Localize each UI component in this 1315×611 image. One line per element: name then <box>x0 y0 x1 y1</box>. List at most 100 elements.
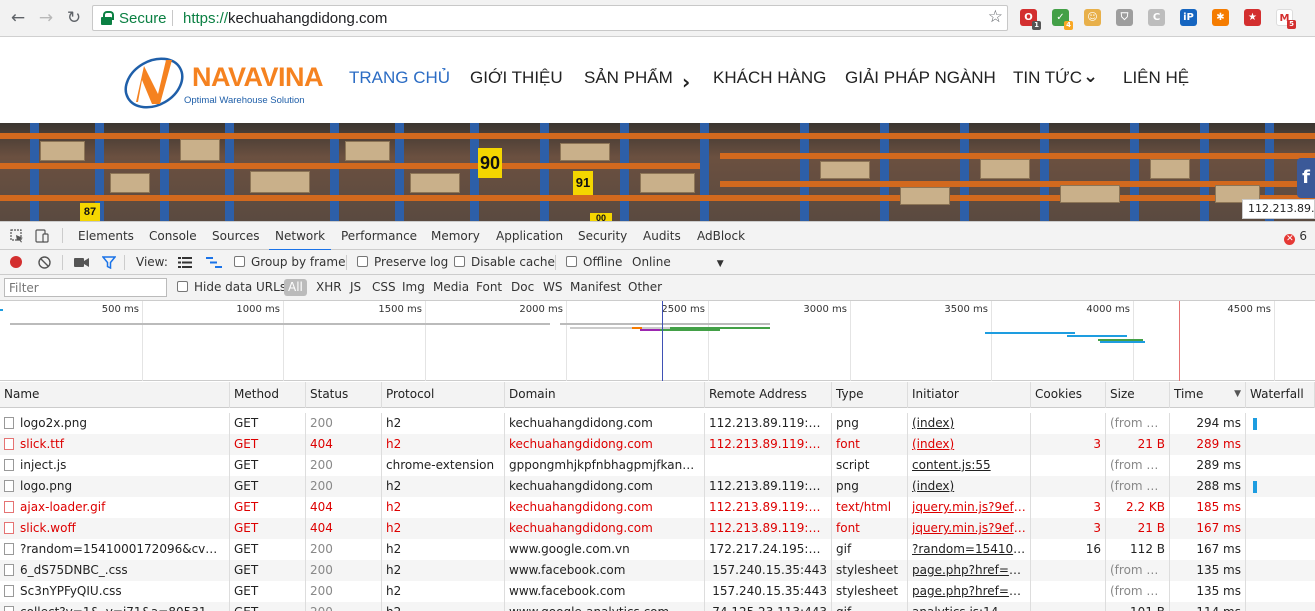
column-header-status[interactable]: Status <box>306 382 382 408</box>
cell-name[interactable]: inject.js <box>0 455 230 476</box>
checkbox-box[interactable] <box>454 256 465 267</box>
column-header-method[interactable]: Method <box>230 382 306 408</box>
type-filter-xhr[interactable]: XHR <box>316 280 342 294</box>
menu-item-3[interactable]: SẢN PHẨM <box>584 68 673 88</box>
vietnam-flag-icon[interactable]: ★ <box>1244 9 1261 26</box>
navavina-logo[interactable]: NAVAVINA Optimal Warehouse Solution <box>122 52 324 112</box>
tab-performance[interactable]: Performance <box>341 229 417 243</box>
column-header-waterfall[interactable]: Waterfall <box>1246 382 1315 408</box>
back-arrow-icon[interactable]: ← <box>8 8 28 28</box>
preserve-log-checkbox[interactable]: Preserve log <box>357 255 448 269</box>
tab-adblock[interactable]: AdBlock <box>697 229 745 243</box>
type-filter-other[interactable]: Other <box>628 280 662 294</box>
cell-name[interactable]: 6_dS75DNBC_.css <box>0 560 230 581</box>
tab-application[interactable]: Application <box>496 229 563 243</box>
table-row[interactable]: collect?v=1&_v=j71&a=805315874... GET 200 h… <box>0 602 1315 611</box>
cell-initiator[interactable]: jquery.min.js?9efe... <box>908 518 1031 539</box>
type-filter-manifest[interactable]: Manifest <box>570 280 621 294</box>
cell-name[interactable]: ajax-loader.gif <box>0 497 230 518</box>
tab-console[interactable]: Console <box>149 229 197 243</box>
throttling-select[interactable]: Online ▼ <box>632 255 724 269</box>
menu-item-1[interactable]: TRANG CHỦ <box>349 68 450 88</box>
cell-initiator[interactable]: analytics.js:14 <box>908 602 1031 611</box>
filter-input[interactable] <box>4 278 167 297</box>
type-filter-font[interactable]: Font <box>476 280 502 294</box>
table-row[interactable]: slick.woff GET 404 h2 kechuahangdidong.com 11… <box>0 518 1315 539</box>
disable-cache-checkbox[interactable]: Disable cache <box>454 255 555 269</box>
menu-item-7[interactable]: LIÊN HỆ <box>1123 68 1189 88</box>
cell-initiator[interactable]: (index) <box>908 476 1031 497</box>
joomla-icon[interactable]: ✱ <box>1212 9 1229 26</box>
menu-item-4[interactable]: KHÁCH HÀNG <box>713 68 826 88</box>
chevron-right-icon[interactable]: › <box>682 70 690 94</box>
device-toolbar-icon[interactable] <box>35 229 49 243</box>
cell-name[interactable]: collect?v=1&_v=j71&a=805315874... <box>0 602 230 611</box>
reload-icon[interactable]: ↻ <box>64 8 84 28</box>
error-counter[interactable]: ✕ 6 <box>1284 229 1307 245</box>
overview-waterfall-icon[interactable] <box>206 257 222 268</box>
opera-red-icon[interactable]: O1 <box>1020 9 1041 30</box>
table-row[interactable]: 6_dS75DNBC_.css GET 200 h2 www.facebook.com 1… <box>0 560 1315 581</box>
cell-name[interactable]: logo.png <box>0 476 230 497</box>
bookmark-star-icon[interactable]: ☆ <box>988 7 1003 27</box>
facebook-tab[interactable]: f <box>1297 158 1315 198</box>
ip-icon[interactable]: iP <box>1180 9 1197 26</box>
c-extension-icon[interactable]: C <box>1148 9 1165 26</box>
clear-icon[interactable] <box>38 256 51 269</box>
cell-name[interactable]: ?random=1541000172096&cv=9&f... <box>0 539 230 560</box>
chevron-down-icon[interactable]: ⌄ <box>1083 66 1098 87</box>
column-header-name[interactable]: Name <box>0 382 230 408</box>
table-row[interactable]: ?random=1541000172096&cv=9&f... GET 200 h2 w… <box>0 539 1315 560</box>
forward-arrow-icon[interactable]: → <box>36 8 56 28</box>
column-header-time[interactable]: Time ▼ <box>1170 382 1246 408</box>
record-icon[interactable] <box>10 256 22 268</box>
filter-funnel-icon[interactable] <box>102 256 116 269</box>
cell-name[interactable]: slick.woff <box>0 518 230 539</box>
shield-icon[interactable]: ⛉ <box>1116 9 1133 26</box>
type-filter-img[interactable]: Img <box>402 280 425 294</box>
type-filter-js[interactable]: JS <box>350 280 361 294</box>
tab-memory[interactable]: Memory <box>431 229 480 243</box>
table-row[interactable]: slick.ttf GET 404 h2 kechuahangdidong.com 112… <box>0 434 1315 455</box>
menu-item-2[interactable]: GIỚI THIỆU <box>470 68 563 88</box>
cell-initiator[interactable]: jquery.min.js?9efe... <box>908 497 1031 518</box>
tab-audits[interactable]: Audits <box>643 229 681 243</box>
column-header-size[interactable]: Size <box>1106 382 1170 408</box>
cell-name[interactable]: Sc3nYPFyQIU.css <box>0 581 230 602</box>
type-filter-all[interactable]: All <box>284 279 307 296</box>
hide-data-urls-checkbox[interactable]: Hide data URLs <box>177 280 286 294</box>
table-row[interactable]: logo2x.png GET 200 h2 kechuahangdidong.com 11… <box>0 413 1315 434</box>
checkmark-green-icon[interactable]: ✓ 4 <box>1052 9 1073 30</box>
large-rows-icon[interactable] <box>178 257 192 268</box>
cell-name[interactable]: logo2x.png <box>0 413 230 434</box>
menu-item-5[interactable]: GIẢI PHÁP NGÀNH <box>845 68 996 88</box>
checkbox-box[interactable] <box>177 281 188 292</box>
table-row[interactable]: ajax-loader.gif GET 404 h2 kechuahangdidong.… <box>0 497 1315 518</box>
tab-sources[interactable]: Sources <box>212 229 259 243</box>
column-header-initiator[interactable]: Initiator <box>908 382 1031 408</box>
type-filter-css[interactable]: CSS <box>372 280 396 294</box>
tab-security[interactable]: Security <box>578 229 627 243</box>
checkbox-box[interactable] <box>566 256 577 267</box>
cell-name[interactable]: slick.ttf <box>0 434 230 455</box>
column-header-domain[interactable]: Domain <box>505 382 705 408</box>
cell-initiator[interactable]: ?random=1541000... <box>908 539 1031 560</box>
address-bar[interactable]: Secure https://kechuahangdidong.com ☆ <box>92 5 1008 31</box>
column-header-cookies[interactable]: Cookies <box>1031 382 1106 408</box>
cookie-face-icon[interactable]: ☺ <box>1084 9 1101 26</box>
offline-checkbox[interactable]: Offline <box>566 255 622 269</box>
inspect-element-icon[interactable] <box>10 229 24 243</box>
url-text[interactable]: https://kechuahangdidong.com <box>183 10 387 27</box>
type-filter-ws[interactable]: WS <box>543 280 562 294</box>
screenshot-camera-icon[interactable] <box>74 257 89 268</box>
group-by-frame-checkbox[interactable]: Group by frame <box>234 255 345 269</box>
cell-initiator[interactable]: (index) <box>908 413 1031 434</box>
cell-initiator[interactable]: content.js:55 <box>908 455 1031 476</box>
table-row[interactable]: logo.png GET 200 h2 kechuahangdidong.com 112.… <box>0 476 1315 497</box>
type-filter-media[interactable]: Media <box>433 280 469 294</box>
checkbox-box[interactable] <box>234 256 245 267</box>
column-header-protocol[interactable]: Protocol <box>382 382 505 408</box>
cell-initiator[interactable]: page.php?href=htt... <box>908 581 1031 602</box>
type-filter-doc[interactable]: Doc <box>511 280 534 294</box>
column-header-remote-address[interactable]: Remote Address <box>705 382 832 408</box>
